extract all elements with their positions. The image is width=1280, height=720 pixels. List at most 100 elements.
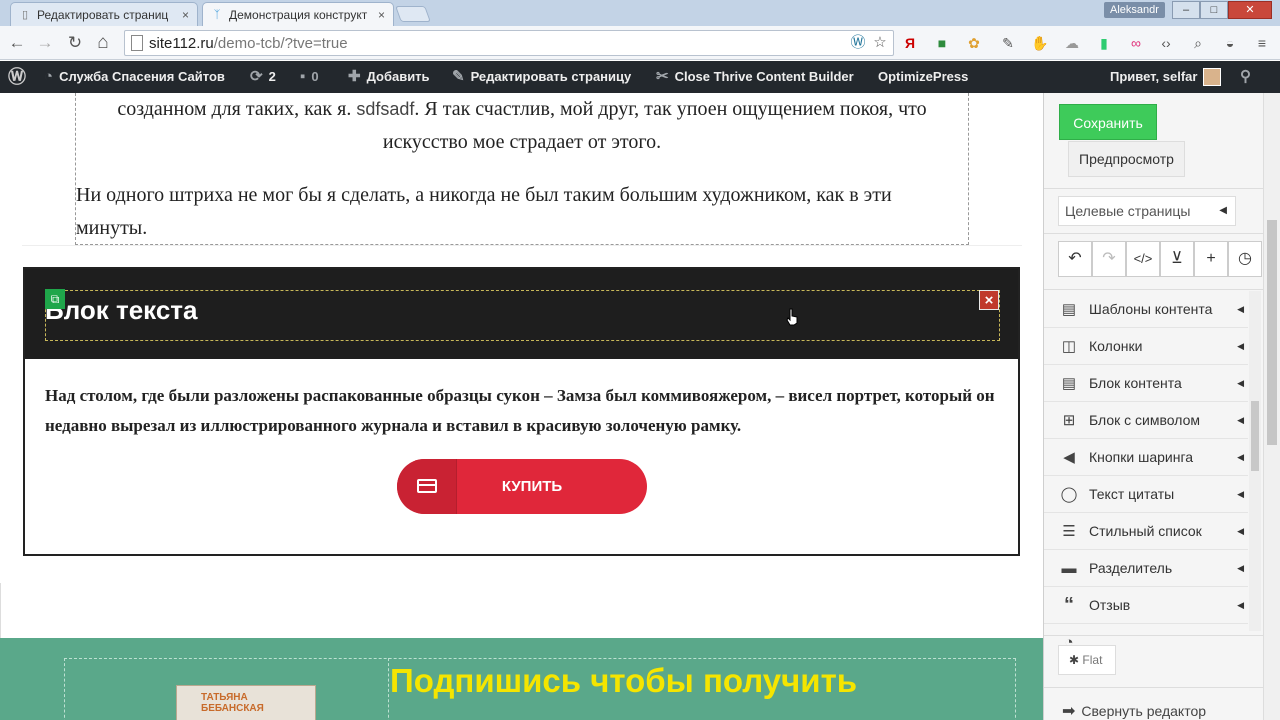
duplicate-icon[interactable]: ⧉ bbox=[45, 289, 65, 309]
menu-item-quote-text[interactable]: ◯ Текст цитаты ◀ bbox=[1044, 476, 1248, 513]
preview-button[interactable]: Предпросмотр bbox=[1068, 141, 1185, 177]
updates-link[interactable]: ⟳ 2 bbox=[250, 61, 276, 93]
buy-button[interactable]: КУПИТЬ bbox=[397, 459, 647, 514]
flat-style-button[interactable]: ✱ Flat bbox=[1058, 645, 1116, 675]
menu-item-label: Отзыв bbox=[1089, 597, 1131, 613]
link-icon[interactable]: ∞ bbox=[1126, 33, 1146, 53]
wordpress-icon: Ⓦ bbox=[8, 67, 26, 87]
caret-left-icon: ◀ bbox=[1219, 205, 1227, 216]
add-new-link[interactable]: ✚ Добавить bbox=[348, 61, 430, 93]
comments-link[interactable]: ▪ 0 bbox=[300, 61, 319, 93]
evernote-icon[interactable]: ■ bbox=[932, 33, 952, 53]
save-button[interactable]: Сохранить bbox=[1059, 104, 1157, 140]
page-scrollbar[interactable] bbox=[1263, 93, 1280, 720]
close-builder-link[interactable]: ✂ Close Thrive Content Builder bbox=[656, 61, 854, 93]
search-page-icon[interactable]: ⌕ bbox=[1188, 33, 1208, 53]
subscribe-title[interactable]: Подпишись чтобы получить bbox=[390, 662, 857, 700]
revisions-button[interactable]: ◷ bbox=[1228, 241, 1262, 277]
address-bar[interactable]: site112.ru/demo-tcb/?tve=true Ⓦ ☆ bbox=[124, 30, 894, 56]
menu-item-label: Текст цитаты bbox=[1089, 486, 1175, 502]
content-block-icon: ▤ bbox=[1061, 375, 1077, 392]
tab-close-icon[interactable]: × bbox=[378, 8, 385, 22]
admin-search[interactable]: ⚲ bbox=[1240, 61, 1257, 93]
reload-button[interactable]: ↻ bbox=[64, 32, 86, 54]
paragraph-2[interactable]: Ни одного штриха не мог бы я сделать, а … bbox=[76, 179, 966, 245]
code-icon[interactable]: ‹› bbox=[1156, 33, 1176, 53]
list-icon: ☰ bbox=[1062, 523, 1076, 540]
search-icon: ⚲ bbox=[1240, 68, 1251, 85]
landing-pages-select[interactable]: Целевые страницы ◀ bbox=[1058, 196, 1236, 226]
new-tab-button[interactable] bbox=[395, 6, 431, 22]
sidebar-scroll-thumb[interactable] bbox=[1251, 401, 1259, 471]
menu-item-share-buttons[interactable]: ◀ Кнопки шаринга ◀ bbox=[1044, 439, 1248, 476]
caret-left-icon: ◀ bbox=[1237, 451, 1244, 462]
paragraph-1[interactable]: созданном для таких, как я. sdfsadf. Я т… bbox=[80, 93, 964, 159]
sidebar-divider bbox=[1044, 233, 1263, 234]
url-text: site112.ru/demo-tcb/?tve=true bbox=[149, 35, 348, 52]
collapse-editor-link[interactable]: ➡ Свернуть редактор bbox=[1062, 701, 1206, 720]
bookmark-star-icon[interactable]: ☆ bbox=[871, 34, 889, 52]
share-icon: ◀ bbox=[1063, 449, 1075, 466]
menu-icon[interactable]: ≡ bbox=[1252, 33, 1272, 53]
edit-page-link[interactable]: ✎ Редактировать страницу bbox=[452, 61, 631, 93]
sidebar-divider bbox=[1044, 188, 1263, 189]
delete-element-icon[interactable]: × bbox=[979, 290, 999, 310]
back-button[interactable]: ← bbox=[6, 32, 28, 54]
sidebar-scrollbar[interactable] bbox=[1249, 291, 1261, 631]
menu-item-styled-list[interactable]: ☰ Стильный список ◀ bbox=[1044, 513, 1248, 550]
browser-tab-demo[interactable]: ᛉ Демонстрация конструкт × bbox=[202, 2, 394, 26]
eyedropper-icon[interactable]: ✎ bbox=[998, 33, 1018, 53]
wp-admin-bar: Ⓦ ◔ Служба Спасения Сайтов ⟳ 2 ▪ 0 ✚ Добавит… bbox=[0, 61, 1280, 93]
pocket-icon[interactable]: ◒ bbox=[1220, 33, 1240, 53]
tab-close-icon[interactable]: × bbox=[182, 8, 189, 22]
menu-item-content-block[interactable]: ▤ Блок контента ◀ bbox=[1044, 365, 1248, 402]
window-close-button[interactable]: ✕ bbox=[1228, 1, 1272, 19]
menu-item-testimonial[interactable]: “ Отзыв ◀ bbox=[1044, 587, 1248, 624]
wordpress-logo[interactable]: Ⓦ bbox=[8, 61, 32, 93]
add-element-button[interactable]: + bbox=[1194, 241, 1228, 277]
account-menu[interactable]: Привет, selfar bbox=[1110, 61, 1222, 93]
redo-button[interactable]: ↷ bbox=[1092, 241, 1126, 277]
browser-tab-edit-page[interactable]: ▯ Редактировать страниц × bbox=[10, 2, 198, 26]
minimize-button[interactable]: – bbox=[1172, 1, 1200, 19]
site-name-link[interactable]: ◔ Служба Спасения Сайтов bbox=[44, 61, 225, 93]
home-button[interactable]: ⌂ bbox=[92, 32, 114, 54]
paragraph-1-inline-text: sdfsadf bbox=[356, 99, 415, 119]
content-box[interactable]: Блок текста ⧉ × Над столом, где были раз… bbox=[23, 267, 1020, 556]
hand-icon[interactable]: ✋ bbox=[1030, 33, 1050, 53]
menu-item-label: Блок с символом bbox=[1089, 412, 1200, 428]
yandex-icon[interactable]: Я bbox=[900, 33, 920, 53]
menu-item-columns[interactable]: ◫ Колонки ◀ bbox=[1044, 328, 1248, 365]
content-box-title[interactable]: Блок текста bbox=[45, 295, 198, 326]
save-template-button[interactable]: ⊻ bbox=[1160, 241, 1194, 277]
forward-button[interactable]: → bbox=[34, 32, 56, 54]
browser-toolbar: ← → ↻ ⌂ site112.ru/demo-tcb/?tve=true Ⓦ … bbox=[0, 26, 1280, 60]
caret-left-icon: ◀ bbox=[1237, 303, 1244, 314]
menu-item-label: Блок контента bbox=[1089, 375, 1182, 391]
url-host: site112.ru bbox=[149, 35, 214, 52]
menu-item-divider[interactable]: ▬ Разделитель ◀ bbox=[1044, 550, 1248, 587]
editor-sidebar: Сохранить Предпросмотр Целевые страницы … bbox=[1043, 93, 1263, 720]
optimizepress-link[interactable]: OptimizePress bbox=[878, 61, 968, 93]
flat-label: Flat bbox=[1082, 653, 1103, 667]
html-code-button[interactable]: </> bbox=[1126, 241, 1160, 277]
book-author: ТАТЬЯНА БЕБАНСКАЯ bbox=[201, 692, 264, 714]
collapse-editor-label: Свернуть редактор bbox=[1081, 703, 1207, 719]
maximize-button[interactable]: □ bbox=[1200, 1, 1228, 19]
menu-item-content-templates[interactable]: ▤ Шаблоны контента ◀ bbox=[1044, 291, 1248, 328]
soundwave-icon[interactable]: ▮ bbox=[1094, 33, 1114, 53]
subscribe-section: ТАТЬЯНА БЕБАНСКАЯ Подпишись чтобы получит… bbox=[0, 638, 1043, 720]
caret-left-icon: ◀ bbox=[1237, 488, 1244, 499]
editor-toolbar: ↶ ↷ </> ⊻ + ◷ bbox=[1058, 241, 1262, 277]
content-box-text[interactable]: Над столом, где были разложены распакова… bbox=[45, 381, 1005, 441]
menu-item-icon-block[interactable]: ⊞ Блок с символом ◀ bbox=[1044, 402, 1248, 439]
comment-icon: ▪ bbox=[300, 68, 306, 85]
sidebar-divider bbox=[1044, 289, 1263, 290]
wordpress-icon[interactable]: Ⓦ bbox=[849, 34, 867, 52]
caret-left-icon: ◀ bbox=[1237, 340, 1244, 351]
page-scroll-thumb[interactable] bbox=[1267, 220, 1277, 445]
browser-user-badge[interactable]: Aleksandr bbox=[1104, 2, 1165, 18]
ghost-icon[interactable]: ☁ bbox=[1062, 33, 1082, 53]
puzzle-icon[interactable]: ✿ bbox=[964, 33, 984, 53]
undo-button[interactable]: ↶ bbox=[1058, 241, 1092, 277]
